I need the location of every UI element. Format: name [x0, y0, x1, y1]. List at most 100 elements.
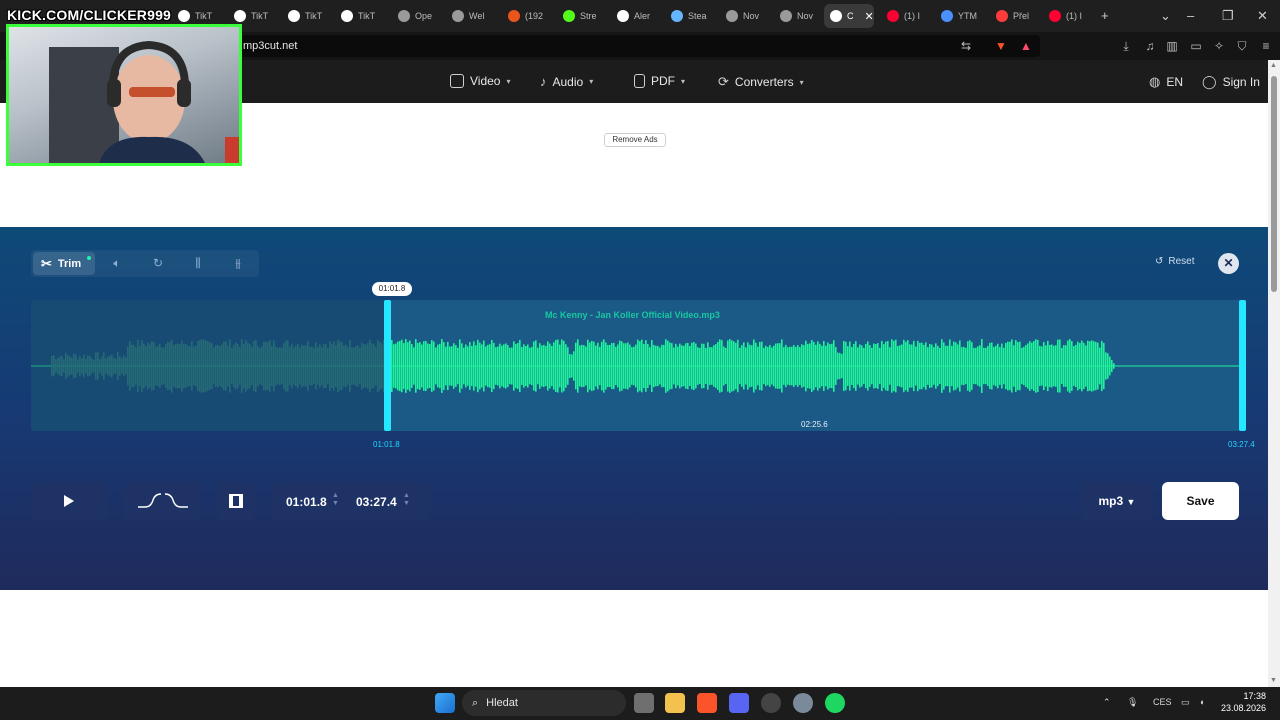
waveform-bar — [975, 347, 977, 385]
browser-tab[interactable]: Stea — [665, 4, 713, 28]
vpn-icon[interactable]: ⛉ — [1234, 38, 1250, 54]
leo-icon[interactable]: ✧ — [1211, 38, 1227, 54]
waveform-bar — [881, 340, 883, 392]
browser-tab[interactable]: Stre — [557, 4, 605, 28]
translate-icon[interactable]: ⇆ — [958, 38, 974, 54]
trim-tab[interactable]: ✂ Trim — [33, 252, 95, 275]
reset-button[interactable]: ↺ Reset — [1155, 256, 1195, 267]
waveform-bar — [1077, 341, 1079, 391]
waveform-bar — [1071, 341, 1073, 391]
wallet-icon[interactable]: ▭ — [1188, 38, 1204, 54]
waveform-bar — [671, 343, 673, 389]
sidebar-icon[interactable]: ▥ — [1164, 38, 1180, 54]
download-icon[interactable]: ⤓ — [1118, 38, 1134, 54]
nav-converters[interactable]: ⟳ Converters ▾ — [718, 74, 804, 90]
waveform-bar — [741, 345, 743, 387]
nav-audio[interactable]: ♪ Audio ▾ — [540, 74, 593, 89]
waveform-bar — [833, 340, 835, 392]
start-time-field[interactable]: 01:01.8 — [286, 495, 327, 509]
waveform-bar — [643, 343, 645, 389]
waveform-bar — [799, 347, 801, 385]
save-button[interactable]: Save — [1162, 482, 1239, 520]
url-box[interactable] — [240, 35, 1040, 57]
file-explorer-icon[interactable] — [665, 693, 685, 713]
browser-tab[interactable]: C ✕ — [824, 4, 874, 28]
tab-search-icon[interactable]: ⌄ — [1160, 8, 1171, 24]
browser-tab[interactable]: YTM — [935, 4, 983, 28]
speed-icon[interactable]: ↻ — [149, 255, 167, 271]
browser-tab[interactable]: (1) I — [1043, 4, 1091, 28]
waveform-bar — [1049, 344, 1051, 388]
media-icon[interactable]: ♫ — [1142, 38, 1158, 54]
window-close-icon[interactable]: ✕ — [1257, 8, 1268, 24]
tab-label: YTM — [958, 11, 977, 21]
waveform-bar — [411, 344, 413, 388]
waveform-bar — [1011, 339, 1013, 393]
browser-tab[interactable]: Wel — [446, 4, 494, 28]
taskbar-clock[interactable]: 17:38 23.08.2026 — [1220, 690, 1266, 714]
brave-rewards-icon[interactable]: ▲ — [1018, 38, 1034, 54]
tab-close-icon[interactable]: ✕ — [865, 10, 874, 23]
browser-tab[interactable]: Ope — [392, 4, 440, 28]
browser-tab[interactable]: Nov — [720, 4, 768, 28]
brave-browser-icon[interactable] — [697, 693, 717, 713]
scroll-up-icon[interactable]: ▲ — [1270, 62, 1277, 69]
waveform-bar — [1025, 345, 1027, 387]
discord-icon[interactable] — [729, 693, 749, 713]
browser-tab[interactable]: Aler — [611, 4, 659, 28]
url-text[interactable]: mp3cut.net — [243, 40, 297, 52]
waveform-bar — [581, 344, 583, 388]
input-language[interactable]: CES — [1153, 697, 1172, 707]
browser-tab[interactable]: Nov — [774, 4, 822, 28]
nav-video[interactable]: Video ▾ — [450, 74, 511, 88]
brave-shield-icon[interactable]: ▼ — [993, 38, 1009, 54]
waveform-bar — [1057, 339, 1059, 393]
trim-end-handle[interactable] — [1239, 300, 1246, 431]
end-time-field[interactable]: 03:27.4 — [356, 495, 397, 509]
equalizer-icon[interactable]: ⫼ — [189, 255, 207, 271]
maximize-icon[interactable]: ❐ — [1222, 8, 1234, 24]
nav-pdf[interactable]: PDF ▾ — [634, 74, 685, 88]
minimize-icon[interactable]: – — [1187, 8, 1194, 24]
new-tab-button[interactable]: + — [1101, 8, 1109, 24]
spotify-icon[interactable] — [825, 693, 845, 713]
browser-tab[interactable]: (192 — [502, 4, 550, 28]
waveform-bar — [879, 347, 881, 385]
end-time-stepper-icon[interactable]: ▲ ▼ — [403, 492, 410, 508]
settings-icon[interactable] — [793, 693, 813, 713]
volume-tray-icon[interactable]: ◖ — [1199, 697, 1204, 707]
browser-tab[interactable]: (1) I — [881, 4, 929, 28]
taskbar-search[interactable]: ⌕ Hledat — [462, 690, 626, 716]
waveform-bar — [791, 346, 793, 386]
microphone-icon[interactable]: 🎙︎ — [1127, 697, 1138, 708]
language-selector[interactable]: ◍ EN — [1149, 74, 1183, 90]
waveform-bar — [615, 346, 617, 386]
webcam-overlay — [6, 24, 242, 166]
waveform-bar — [877, 343, 879, 389]
waveform-bar — [501, 345, 503, 387]
trim-start-handle[interactable] — [384, 300, 391, 431]
browser-tab[interactable]: TikT — [282, 4, 330, 28]
sign-in-link[interactable]: ◯ Sign In — [1202, 74, 1260, 90]
start-time-stepper-icon[interactable]: ▲ ▼ — [332, 492, 339, 508]
waveform-bar — [1063, 345, 1065, 387]
task-view-icon[interactable] — [634, 693, 654, 713]
waveform-bar — [991, 342, 993, 390]
network-icon[interactable]: ▭ — [1181, 697, 1190, 708]
waveform-bar — [809, 343, 811, 389]
tray-overflow-icon[interactable]: ⌃ — [1103, 697, 1111, 708]
volume-icon[interactable]: 🔈︎ — [108, 255, 126, 271]
chevron-down-icon: ▾ — [589, 77, 594, 86]
browser-tab[interactable]: TikT — [335, 4, 383, 28]
tab-label: Přel — [1013, 11, 1030, 21]
browser-tab[interactable]: Přel — [990, 4, 1038, 28]
start-icon[interactable] — [435, 693, 455, 713]
menu-icon[interactable]: ≡ — [1258, 38, 1274, 54]
scrollbar-thumb[interactable] — [1271, 76, 1277, 292]
remove-ads-button[interactable]: Remove Ads — [604, 133, 666, 147]
close-editor-button[interactable]: ✕ — [1218, 253, 1239, 274]
sliders-icon[interactable]: ⫵ — [229, 255, 247, 271]
scroll-down-icon[interactable]: ▼ — [1270, 677, 1277, 684]
format-dropdown[interactable]: mp3 ▼ — [1081, 483, 1153, 520]
obs-icon[interactable] — [761, 693, 781, 713]
